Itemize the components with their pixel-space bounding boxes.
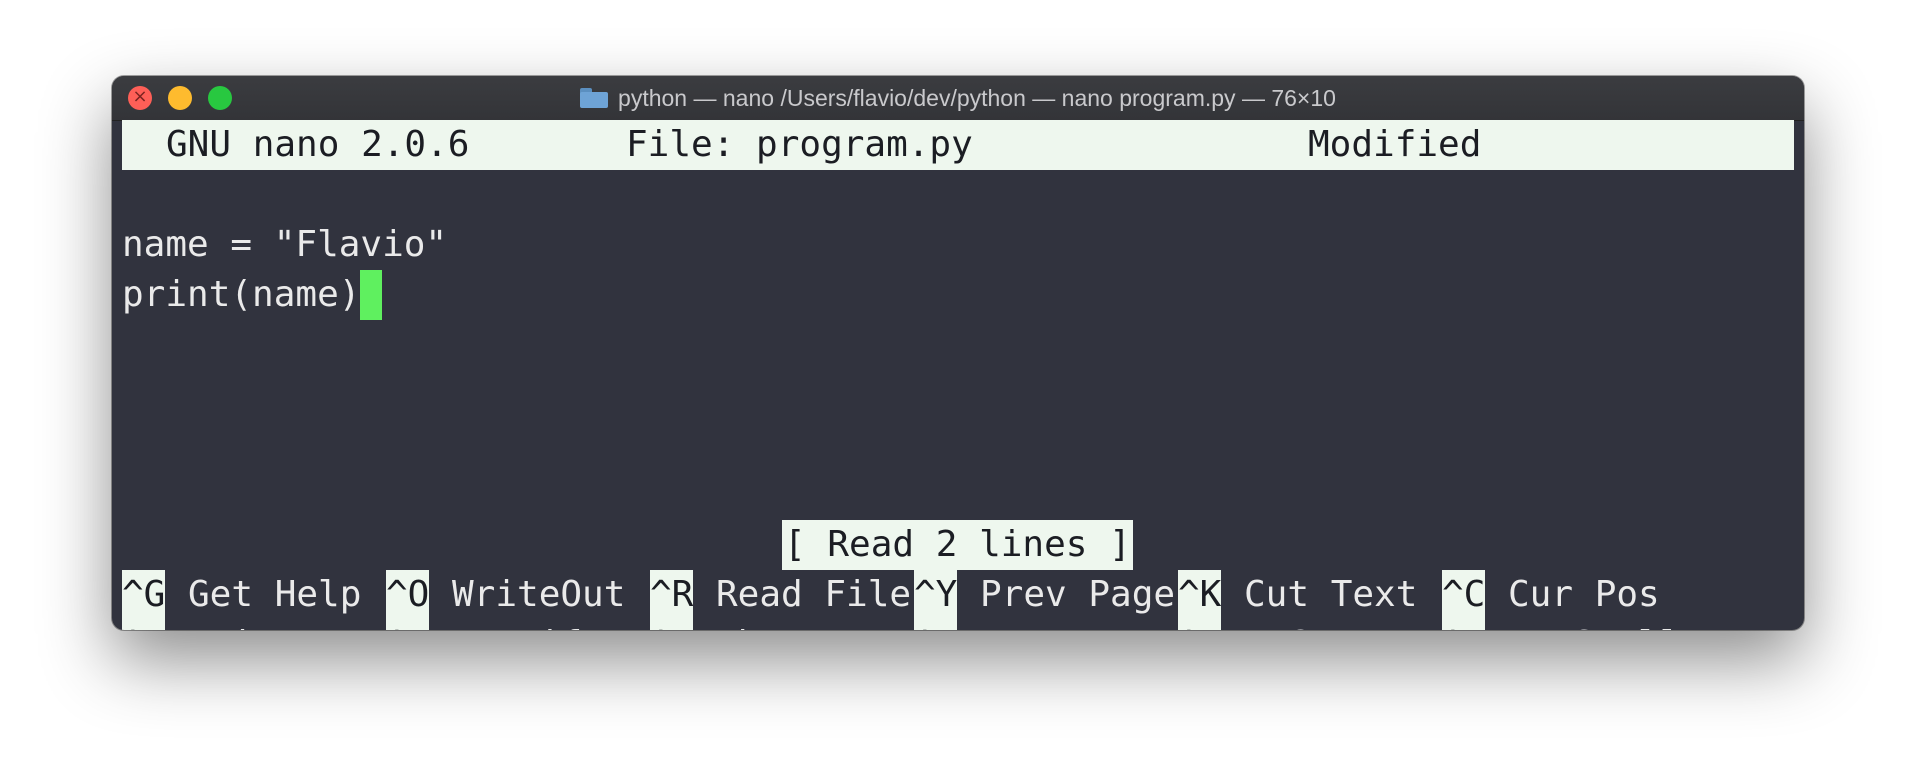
shortcut-label[interactable]: Cur Pos <box>1508 570 1660 620</box>
shortcut-label[interactable]: To Spell <box>1508 620 1681 630</box>
shortcut-key: ^Y <box>914 570 958 620</box>
shortcut-key: ^T <box>1442 620 1486 630</box>
shortcut-label[interactable]: UnCut Tex <box>1244 620 1439 630</box>
editor-line-3[interactable]: print(name) <box>122 270 1794 320</box>
status-message: [ Read 2 lines ] <box>782 520 1133 570</box>
shortcut-key: ^X <box>122 620 166 630</box>
terminal-window: python — nano /Users/flavio/dev/python —… <box>112 76 1804 630</box>
shortcut-label[interactable]: WriteOut <box>452 570 625 620</box>
shortcut-label[interactable]: Prev Page <box>980 570 1175 620</box>
shortcut-label[interactable]: Read File <box>716 570 911 620</box>
shortcut-key: ^K <box>1178 570 1222 620</box>
shortcut-key: ^C <box>1442 570 1486 620</box>
editor-line-2[interactable]: name = "Flavio" <box>122 220 1794 270</box>
shortcut-key: ^U <box>1178 620 1222 630</box>
shortcut-key: ^W <box>650 620 694 630</box>
title-bar[interactable]: python — nano /Users/flavio/dev/python —… <box>112 76 1804 121</box>
shortcut-key: ^O <box>386 570 430 620</box>
shortcut-label[interactable]: Exit <box>188 620 275 630</box>
folder-icon <box>580 88 609 108</box>
window-title-text: python — nano /Users/flavio/dev/python —… <box>618 84 1336 111</box>
shortcut-label[interactable]: Justify <box>452 620 604 630</box>
shortcut-label[interactable]: Next Page <box>980 620 1175 630</box>
shortcut-label[interactable]: Get Help <box>188 570 361 620</box>
shortcut-key: ^V <box>914 620 958 630</box>
shortcut-key: ^G <box>122 570 166 620</box>
nano-header-bar: GNU nano 2.0.6 File: program.py Modified <box>122 120 1794 170</box>
nano-version: GNU nano 2.0.6 <box>166 124 470 165</box>
shortcut-key: ^R <box>650 570 694 620</box>
shortcut-label[interactable]: Where Is <box>716 620 889 630</box>
editor-line-1[interactable] <box>122 170 1794 220</box>
nano-modified-status: Modified <box>1308 124 1482 165</box>
nano-file-name: File: program.py <box>626 124 973 165</box>
shortcut-key: ^J <box>386 620 430 630</box>
editor-line-3-text: print(name) <box>122 274 361 315</box>
shortcut-label[interactable]: Cut Text <box>1244 570 1417 620</box>
text-cursor <box>360 270 383 320</box>
window-title: python — nano /Users/flavio/dev/python —… <box>112 76 1804 120</box>
terminal-content[interactable]: GNU nano 2.0.6 File: program.py Modified… <box>122 120 1794 630</box>
